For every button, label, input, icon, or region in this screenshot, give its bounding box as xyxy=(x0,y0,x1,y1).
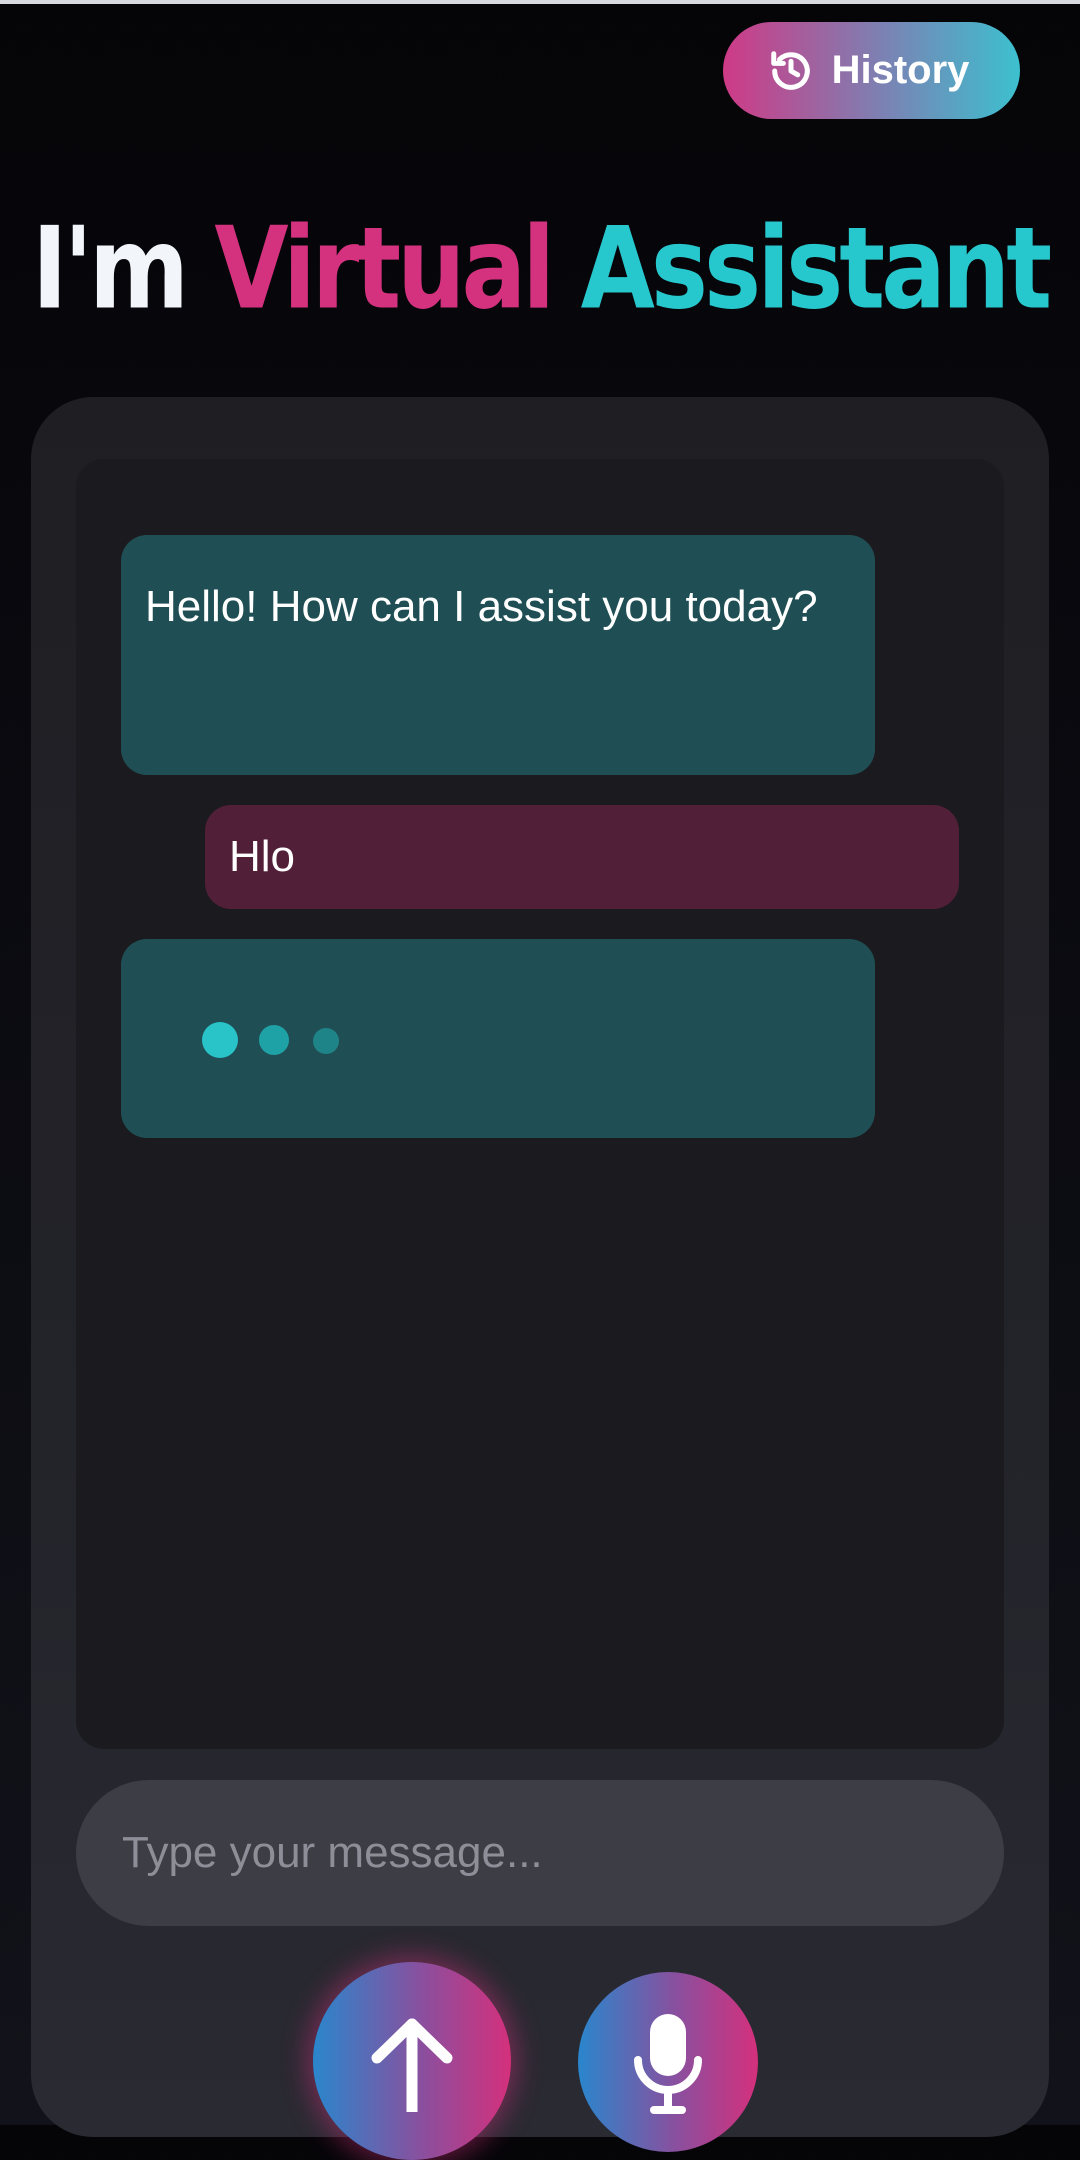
send-button[interactable] xyxy=(313,1962,511,2160)
history-button[interactable]: History xyxy=(723,22,1020,119)
title-prefix: I'm xyxy=(31,202,215,335)
user-message: Hlo xyxy=(205,805,959,909)
typing-dot xyxy=(202,1022,238,1058)
arrow-up-icon xyxy=(367,2012,457,2118)
title-assistant: Assistant xyxy=(580,202,1053,335)
mic-button[interactable] xyxy=(578,1972,758,2152)
typing-dot xyxy=(313,1028,339,1054)
assistant-message: Hello! How can I assist you today? xyxy=(121,535,875,775)
history-icon xyxy=(768,48,814,94)
page-title: I'm Virtual Assistant xyxy=(0,198,1080,340)
title-virtual: Virtual xyxy=(214,202,555,335)
microphone-icon xyxy=(628,2008,708,2123)
typing-dot xyxy=(259,1025,289,1055)
message-input[interactable] xyxy=(76,1780,1004,1926)
history-label: History xyxy=(831,48,970,92)
top-divider xyxy=(0,0,1080,4)
